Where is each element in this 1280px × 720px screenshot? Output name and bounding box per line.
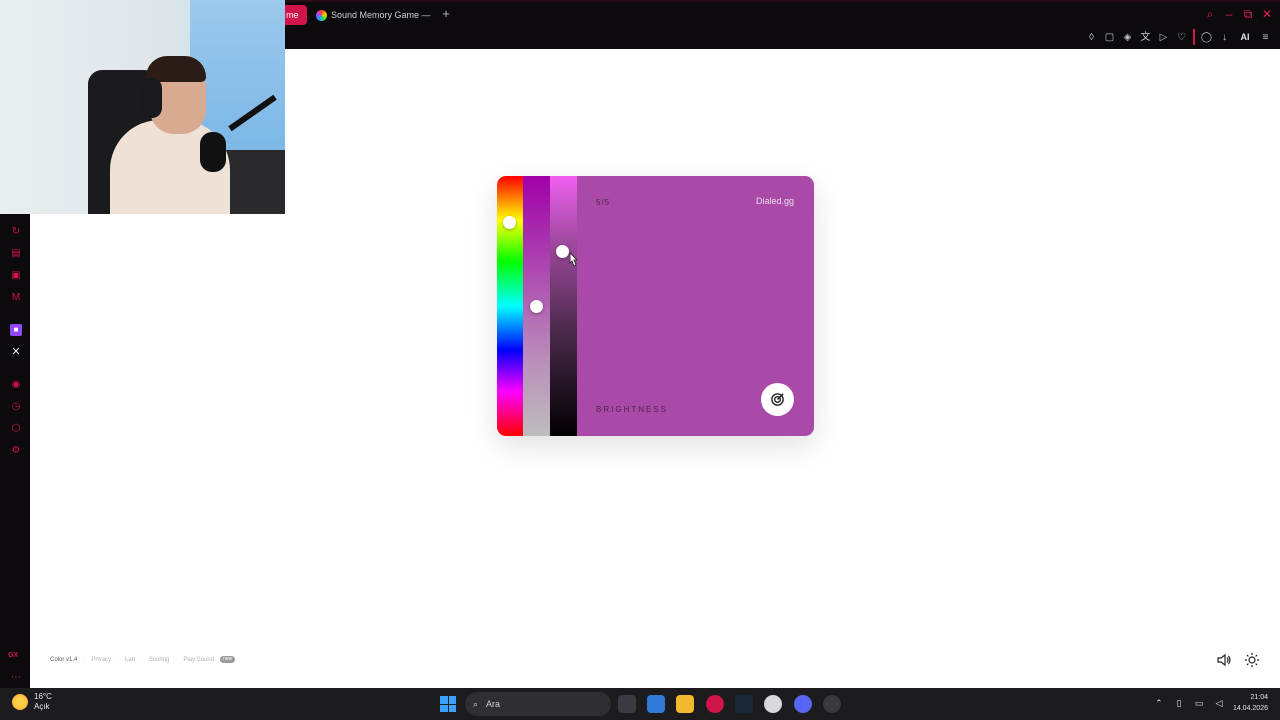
color-wheel-icon [316, 9, 327, 21]
footer-link-scoring[interactable]: Scoring [149, 657, 169, 663]
browser-sidebar: ↻ ▤ ▣ M ■ ✕ ◉ ◷ ⬡ ⚙ GX ⋯ [0, 214, 30, 688]
heart-icon[interactable]: ♡ [1175, 31, 1188, 44]
system-tray: ⌃ ▯ ▭ ◁ 21:04 14.04.2026 [1153, 692, 1268, 714]
extensions-icon[interactable]: ⬡ [10, 423, 22, 435]
headphones [140, 78, 162, 118]
round-counter: 5/5 [596, 198, 611, 207]
volume-icon[interactable] [1216, 652, 1232, 668]
saturation-slider-handle[interactable] [530, 300, 543, 313]
mouse-pointer-icon [569, 252, 578, 267]
settings-icon[interactable]: ⚙ [10, 445, 22, 457]
minimize-icon[interactable]: – [1222, 7, 1236, 21]
stage-label: BRIGHTNESS [596, 405, 669, 414]
page-footer: Color v1.4 · Privacy · Lab · Scoring · P… [50, 656, 236, 663]
profile-icon[interactable]: ◯ [1200, 31, 1213, 44]
player-icon[interactable]: ◉ [10, 379, 22, 391]
news-icon[interactable]: ▣ [10, 270, 22, 282]
footer-separator: · [83, 656, 86, 663]
shield-icon[interactable]: ◈ [1121, 31, 1134, 44]
theme-toggle-icon[interactable] [1244, 652, 1260, 668]
chevron-up-icon[interactable]: ⌃ [1153, 698, 1165, 709]
new-badge: new [220, 656, 236, 663]
download-icon[interactable]: ↓ [1218, 31, 1231, 44]
temperature: 16°C [34, 692, 52, 701]
tab-active[interactable]: me [285, 5, 307, 25]
weather-sun-icon [12, 694, 28, 710]
search-icon[interactable]: ⌕ [1203, 7, 1217, 21]
clock-time: 21:04 [1250, 694, 1268, 701]
ai-button[interactable]: AI [1236, 31, 1254, 44]
weather-widget[interactable]: 16°C Açık [12, 692, 52, 712]
footer-link-play-sound[interactable]: Play Sound [183, 657, 214, 663]
hue-slider-handle[interactable] [503, 216, 516, 229]
microphone [200, 132, 226, 172]
footer-link-lab[interactable]: Lab [125, 657, 135, 663]
music-icon[interactable]: M [10, 292, 22, 304]
twitch-icon[interactable]: ■ [10, 324, 22, 336]
history-icon[interactable]: ◷ [10, 401, 22, 413]
play-icon[interactable]: ▷ [1157, 31, 1170, 44]
speed-dial-icon[interactable]: ↻ [10, 226, 22, 238]
menu-icon[interactable]: ≡ [1259, 31, 1272, 44]
hue-slider[interactable] [497, 176, 523, 436]
version-label: Color v1.4 [50, 656, 78, 663]
browser-toolbar: ◊ ▢ ◈ 文 ▷ ♡ ◯ ↓ AI ≡ [1085, 29, 1272, 45]
translate-icon[interactable]: 文 [1139, 31, 1152, 44]
store-icon[interactable] [647, 695, 665, 713]
brightness-slider[interactable] [550, 176, 577, 436]
settings-app-icon[interactable] [764, 695, 782, 713]
close-icon[interactable]: ✕ [1260, 7, 1274, 21]
gx-logo[interactable]: GX [8, 652, 18, 659]
microphone-icon[interactable]: ▯ [1173, 698, 1185, 709]
opera-gx-icon[interactable] [706, 695, 724, 713]
footer-separator: · [117, 656, 120, 663]
weather-condition: Açık [34, 702, 50, 711]
shop-icon[interactable]: ▤ [10, 248, 22, 260]
app-icon[interactable] [823, 695, 841, 713]
speaker-icon[interactable]: ◁ [1213, 698, 1225, 709]
snapshot-icon[interactable]: ▢ [1103, 31, 1116, 44]
webcam-overlay [0, 0, 285, 214]
start-button[interactable] [440, 696, 456, 712]
windows-taskbar: 16°C Açık ⌕ Ara ⌃ ▯ ▭ ◁ 21:04 14.04.2026 [0, 688, 1280, 720]
search-placeholder: Ara [486, 699, 501, 709]
tab-sound-memory-game[interactable]: Sound Memory Game — H [313, 5, 433, 25]
more-icon[interactable]: ⋯ [10, 672, 22, 684]
toolbar-separator [1193, 29, 1195, 45]
restore-icon[interactable]: ⧉ [1241, 7, 1255, 21]
clock-date: 14.04.2026 [1232, 705, 1268, 712]
discord-icon[interactable] [794, 695, 812, 713]
task-view-icon[interactable] [618, 695, 636, 713]
tab-label: Sound Memory Game — H [331, 10, 433, 20]
clock[interactable]: 21:04 14.04.2026 [1233, 692, 1268, 714]
search-icon: ⌕ [473, 698, 479, 709]
network-icon[interactable]: ▭ [1193, 698, 1205, 709]
target-icon [771, 393, 784, 406]
footer-separator: · [175, 656, 178, 663]
new-tab-button[interactable]: + [439, 7, 453, 21]
brand-label[interactable]: Dialed.gg [756, 196, 794, 206]
steam-icon[interactable] [735, 695, 753, 713]
footer-link-privacy[interactable]: Privacy [91, 657, 111, 663]
file-explorer-icon[interactable] [676, 695, 694, 713]
footer-separator: · [141, 656, 144, 663]
submit-button[interactable] [761, 383, 794, 416]
color-game-card: 5/5 Dialed.gg BRIGHTNESS [497, 176, 814, 436]
pin-icon[interactable]: ◊ [1085, 31, 1098, 44]
taskbar-search[interactable]: ⌕ Ara [465, 692, 611, 716]
top-accent-line [285, 0, 1280, 2]
x-icon[interactable]: ✕ [10, 346, 22, 358]
